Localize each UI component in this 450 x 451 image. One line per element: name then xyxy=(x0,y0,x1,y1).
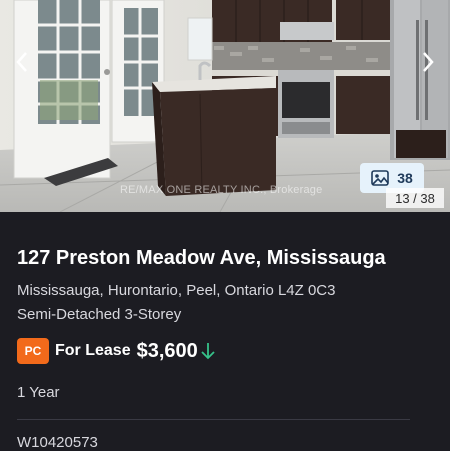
next-photo-button[interactable] xyxy=(414,48,442,76)
listing-address[interactable]: 127 Preston Meadow Ave, Mississauga xyxy=(17,247,437,269)
chevron-right-icon xyxy=(423,52,434,72)
photo-count: 38 xyxy=(397,170,413,186)
mls-number: W10420573 xyxy=(17,434,98,451)
price-change-badge: PC xyxy=(17,338,49,364)
brokerage-watermark: RE/MAX ONE REALTY INC., Brokerage xyxy=(120,184,323,196)
listing-location: Mississauga, Hurontario, Peel, Ontario L… xyxy=(17,282,336,299)
lease-term: 1 Year xyxy=(17,384,60,401)
image-gallery-icon xyxy=(371,170,390,186)
lease-label: For Lease xyxy=(55,342,131,359)
divider xyxy=(17,419,410,420)
listing-details: 127 Preston Meadow Ave, Mississauga Miss… xyxy=(17,212,437,451)
property-type: Semi-Detached 3-Storey xyxy=(17,306,182,323)
price-row: PC For Lease $3,600 xyxy=(17,336,437,366)
listing-price: $3,600 xyxy=(136,339,198,362)
arrow-down-icon xyxy=(201,343,215,360)
listing-photo[interactable]: RE/MAX ONE REALTY INC., Brokerage 38 13 … xyxy=(0,0,450,212)
photo-index: 13 / 38 xyxy=(386,188,444,208)
prev-photo-button[interactable] xyxy=(8,48,36,76)
chevron-left-icon xyxy=(16,52,27,72)
